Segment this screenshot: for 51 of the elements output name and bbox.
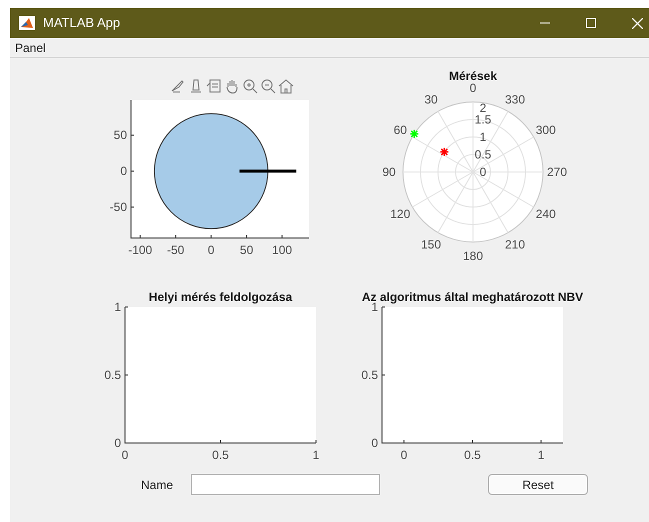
tick-label: 240 <box>536 207 556 221</box>
tick-label: 0 <box>470 81 476 95</box>
tick-label: 330 <box>504 92 526 106</box>
app-icon <box>19 16 35 30</box>
tick-label: 1 <box>114 300 121 314</box>
tick-label: 0.5 <box>104 368 121 382</box>
menu-item[interactable]: Panel <box>10 38 51 56</box>
close-icon[interactable] <box>632 18 643 28</box>
window-title: MATLAB App <box>43 14 120 32</box>
tick-label: 1 <box>480 130 486 144</box>
chart-title: Helyi mérés feldolgozása <box>148 290 292 304</box>
tick-label: 0.5 <box>212 448 229 462</box>
tick-label: -100 <box>128 243 152 257</box>
zoom-in-icon[interactable] <box>242 78 258 94</box>
home-icon[interactable] <box>278 78 294 94</box>
tick-label: 1 <box>312 448 320 462</box>
tick-label: 0.5 <box>474 148 492 162</box>
tick-label: 0 <box>371 436 378 450</box>
tick-label: 0 <box>120 164 127 178</box>
tick-label: 0 <box>480 165 486 179</box>
tick-label: -50 <box>110 200 127 214</box>
zoom-out-icon[interactable] <box>260 78 276 94</box>
tick-label: 0.5 <box>361 368 378 382</box>
tick-label: 30 <box>424 92 438 106</box>
tick-label: 0 <box>114 436 121 450</box>
tick-label: 90 <box>382 165 396 179</box>
tick-label: 0.5 <box>464 448 481 462</box>
tick-label: 2 <box>480 101 486 115</box>
chart-title: Mérések <box>448 69 498 83</box>
tick-label: 120 <box>390 207 410 221</box>
tick-label: 270 <box>546 165 568 179</box>
tick-label: 1 <box>538 448 544 462</box>
tick-label: 150 <box>420 238 442 252</box>
tick-label: 50 <box>114 128 127 142</box>
name-label: Name <box>141 476 174 494</box>
tick-label: 0 <box>400 448 408 462</box>
tick-label: 100 <box>272 243 292 257</box>
tick-label: 210 <box>504 238 526 252</box>
tick-label: 60 <box>394 123 407 137</box>
tick-label: 300 <box>536 123 556 137</box>
tick-label: 180 <box>462 249 484 263</box>
tick-label: 1.5 <box>474 112 492 126</box>
tick-label: -50 <box>167 243 184 257</box>
list-icon[interactable] <box>206 78 222 94</box>
maximize-icon[interactable] <box>586 18 596 28</box>
tick-label: 0 <box>208 243 214 257</box>
hand-icon[interactable] <box>224 78 240 94</box>
reset-button[interactable]: Reset <box>488 474 588 495</box>
tick-label: 0 <box>122 448 128 462</box>
name-field[interactable] <box>191 474 380 495</box>
tick-label: 50 <box>240 243 254 257</box>
